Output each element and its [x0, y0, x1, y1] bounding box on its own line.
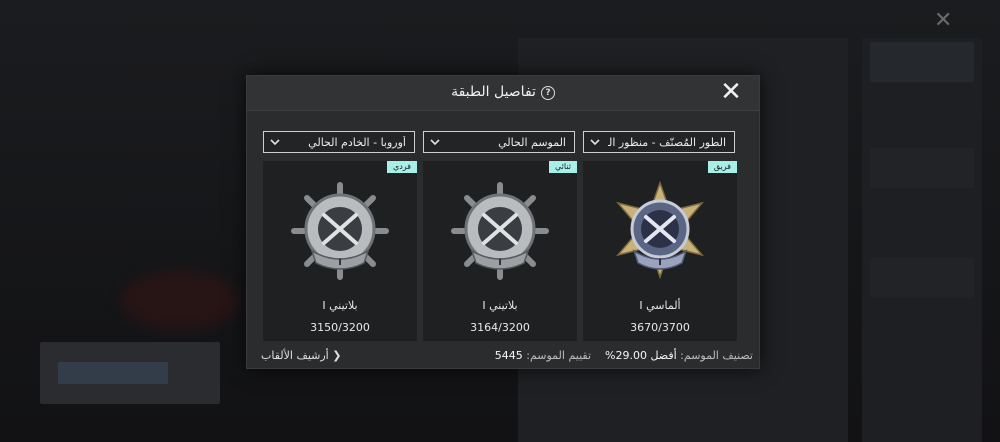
season-dropdown[interactable]: الموسم الحالي [423, 131, 575, 153]
svg-text:I: I [338, 258, 341, 268]
season-rating-value: 5445 [494, 349, 523, 362]
diamond-rank-icon: I [615, 181, 705, 280]
season-rank-label: تصنيف الموسم: [680, 349, 753, 362]
platinum-rank-icon: I [291, 182, 389, 280]
chevron-down-icon [590, 139, 600, 146]
tier-name: بلاتيني I [322, 299, 358, 312]
dialog-title: ? تفاصيل الطبقة [247, 84, 759, 100]
mode-dropdown-value: الطور المُصنّف - منظور الشخص [608, 136, 726, 149]
mode-badge: ثنائي [549, 161, 577, 173]
tier-points: 3150/3200 [310, 321, 370, 334]
chevron-down-icon [270, 139, 280, 146]
tier-name: ألماسي I [639, 299, 681, 312]
background-side-menu [862, 38, 982, 442]
background-button [40, 342, 220, 404]
title-archive-link[interactable]: ❮ أرشيف الألقاب [261, 349, 341, 362]
dialog-title-text: تفاصيل الطبقة [451, 84, 536, 100]
season-stats: تصنيف الموسم: أفضل 29.00% تقييم الموسم: … [495, 349, 753, 362]
season-rating-label: تقييم الموسم: [526, 349, 592, 362]
mode-badge: فردي [386, 161, 417, 173]
rank-card-squad[interactable]: فريق I ألماسي I 3670/3700 [583, 161, 737, 341]
season-rank-value: أفضل 29.00% [605, 349, 677, 362]
mode-badge: فريق [707, 161, 737, 173]
archive-label: أرشيف الألقاب [261, 349, 329, 362]
rank-card-solo[interactable]: فردي I بلاتيني I 3150/3200 [263, 161, 417, 341]
tier-points: 3164/3200 [470, 321, 530, 334]
close-icon[interactable]: ✕ [717, 79, 745, 106]
region-dropdown[interactable]: أوروبا - الخادم الحالي [263, 131, 415, 153]
tier-points: 3670/3700 [630, 321, 690, 334]
help-icon[interactable]: ? [540, 86, 555, 100]
background-character [120, 270, 240, 330]
tier-name: بلاتيني I [482, 299, 518, 312]
dialog-header: ? تفاصيل الطبقة ✕ [247, 76, 759, 111]
background-close-icon: ✕ [934, 8, 953, 33]
svg-text:I: I [498, 258, 501, 268]
svg-text:I: I [658, 258, 661, 268]
rank-card-duo[interactable]: ثنائي I بلاتيني I 3164/3200 [423, 161, 577, 341]
region-dropdown-value: أوروبا - الخادم الحالي [308, 136, 406, 149]
chevron-down-icon [430, 139, 440, 146]
tier-details-dialog: ?تفاصيل الطبقة ✕ أوروبا - الخادم الحالي … [246, 75, 760, 369]
season-dropdown-value: الموسم الحالي [498, 136, 566, 149]
mode-dropdown[interactable]: الطور المُصنّف - منظور الشخص [583, 131, 735, 153]
platinum-rank-icon: I [451, 182, 549, 280]
chevron-left-icon: ❮ [332, 349, 342, 362]
